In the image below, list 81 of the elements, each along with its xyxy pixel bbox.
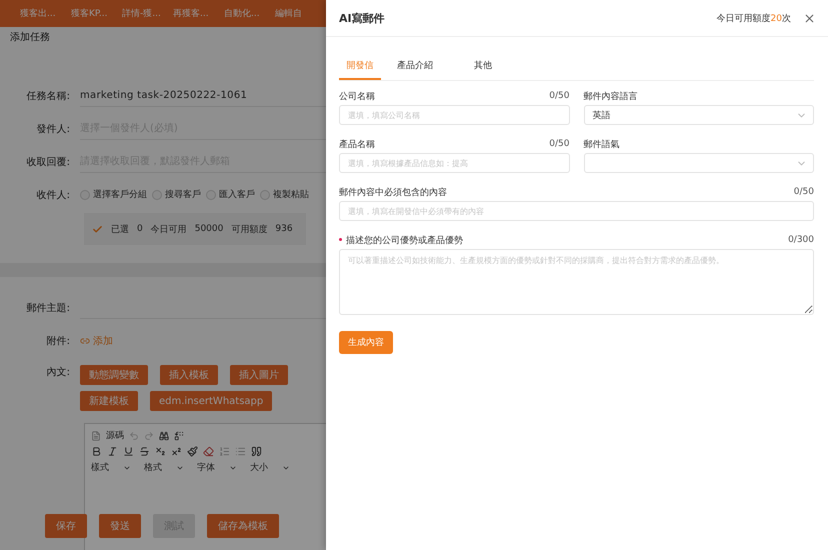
radio-label: 選擇客戶分組: [93, 188, 147, 201]
insert-button[interactable]: 新建模板: [80, 391, 138, 411]
link-icon: [80, 336, 90, 346]
nav-tab[interactable]: 獲客KP...: [71, 7, 122, 20]
nav-tab[interactable]: 獲客出...: [20, 7, 71, 20]
required-marker: [339, 238, 342, 241]
action-button[interactable]: 發送: [99, 514, 141, 538]
summary-text: 0: [137, 224, 143, 234]
field-label: 收件人:: [36, 188, 71, 202]
radio-label: 搜尋客戶: [165, 188, 201, 201]
format-dropdown[interactable]: 大小: [250, 461, 298, 474]
document-icon: [91, 430, 101, 440]
field-label: 郵件語氣: [584, 138, 620, 150]
tab[interactable]: 其他: [449, 51, 517, 80]
quota-text: 今日可用額度20次: [716, 12, 791, 24]
italic-icon[interactable]: [107, 446, 118, 457]
field-label: 產品名稱: [339, 138, 375, 150]
action-button[interactable]: 儲存為模板: [207, 514, 279, 538]
source-button[interactable]: 源碼: [106, 429, 124, 442]
superscript-icon[interactable]: [171, 446, 182, 457]
field-label: 郵件內容中必須包含的內容: [339, 186, 447, 198]
summary-text: 今日可用: [150, 224, 187, 236]
text-input[interactable]: 選填，填寫公司名稱: [339, 105, 570, 125]
page-title: 添加任務: [9, 30, 51, 45]
underline-icon[interactable]: [123, 446, 134, 457]
format-dropdown[interactable]: 字体: [197, 461, 245, 474]
summary-text: 50000: [194, 224, 224, 234]
format-dropdown[interactable]: 樣式: [91, 461, 139, 474]
tab[interactable]: 開發信: [339, 51, 381, 80]
strikethrough-icon[interactable]: [139, 446, 150, 457]
generate-button[interactable]: 生成內容: [339, 331, 393, 354]
field-label: 郵件內容語言: [584, 90, 638, 102]
field-label: 附件:: [46, 334, 71, 348]
text-input[interactable]: 選填，填寫根據產品信息如：提高: [339, 153, 570, 173]
select-field[interactable]: [584, 153, 814, 173]
insert-button[interactable]: 動態調變數: [80, 365, 148, 385]
bold-icon[interactable]: [91, 446, 102, 457]
find-icon[interactable]: [159, 430, 169, 440]
nav-tab[interactable]: 詳情-獲...: [122, 7, 173, 20]
summary-text: 可用額度: [231, 224, 268, 236]
field-label: 公司名稱: [339, 90, 375, 102]
field-label: 發件人:: [36, 122, 71, 136]
char-counter: 0/50: [549, 91, 570, 101]
radio-button[interactable]: [206, 190, 216, 200]
drawer-title: AI寫郵件: [339, 10, 386, 26]
radio-label: 匯入客戶: [219, 188, 255, 201]
summary-text: 936: [275, 224, 293, 234]
field-label: 郵件主題:: [26, 302, 71, 314]
insert-button[interactable]: 插入圖片: [230, 365, 288, 385]
action-button[interactable]: 保存: [45, 514, 87, 538]
char-counter: 0/50: [549, 139, 570, 149]
nav-tab[interactable]: 編輯自: [275, 7, 326, 20]
summary-text: 已選: [111, 224, 129, 236]
field-label: 任務名稱:: [26, 90, 71, 102]
nav-tab[interactable]: 再獲客...: [173, 7, 224, 20]
field-label: 內文:: [46, 366, 71, 379]
select-field[interactable]: 英語: [584, 105, 814, 125]
close-icon[interactable]: [803, 12, 816, 24]
check-icon: [92, 224, 103, 234]
radio-button[interactable]: [80, 190, 90, 200]
nav-tab[interactable]: 自動化...: [224, 7, 275, 20]
tab[interactable]: 產品介紹: [381, 51, 449, 80]
insert-button[interactable]: 插入模板: [160, 365, 218, 385]
char-counter: 0/300: [788, 235, 814, 245]
radio-button[interactable]: [152, 190, 162, 200]
subscript-icon[interactable]: [155, 446, 166, 457]
format-dropdown[interactable]: 格式: [144, 461, 192, 474]
char-counter: 0/50: [794, 187, 814, 197]
insert-button[interactable]: edm.insertWhatsapp: [150, 391, 272, 411]
field-label: 收取回覆:: [26, 156, 71, 168]
radio-button[interactable]: [260, 190, 270, 200]
text-field[interactable]: marketing task-20250222-1061: [80, 84, 326, 106]
quote-icon[interactable]: [251, 446, 262, 457]
add-attachment-link[interactable]: 添加: [80, 334, 113, 348]
brush-icon[interactable]: [187, 446, 198, 457]
text-input[interactable]: 選填，填寫在開發信中必須帶有的內容: [339, 201, 814, 221]
replace-icon[interactable]: [174, 430, 184, 440]
eraser-icon[interactable]: [203, 446, 214, 457]
field-label: 描述您的公司優勢或產品優勢: [339, 234, 463, 246]
textarea-field[interactable]: 可以著重描述公司如技術能力、生產規模方面的優勢或針對不同的採購商，提出符合對方需求的產品優勢。: [339, 249, 814, 315]
radio-label: 複製粘貼: [273, 188, 309, 201]
